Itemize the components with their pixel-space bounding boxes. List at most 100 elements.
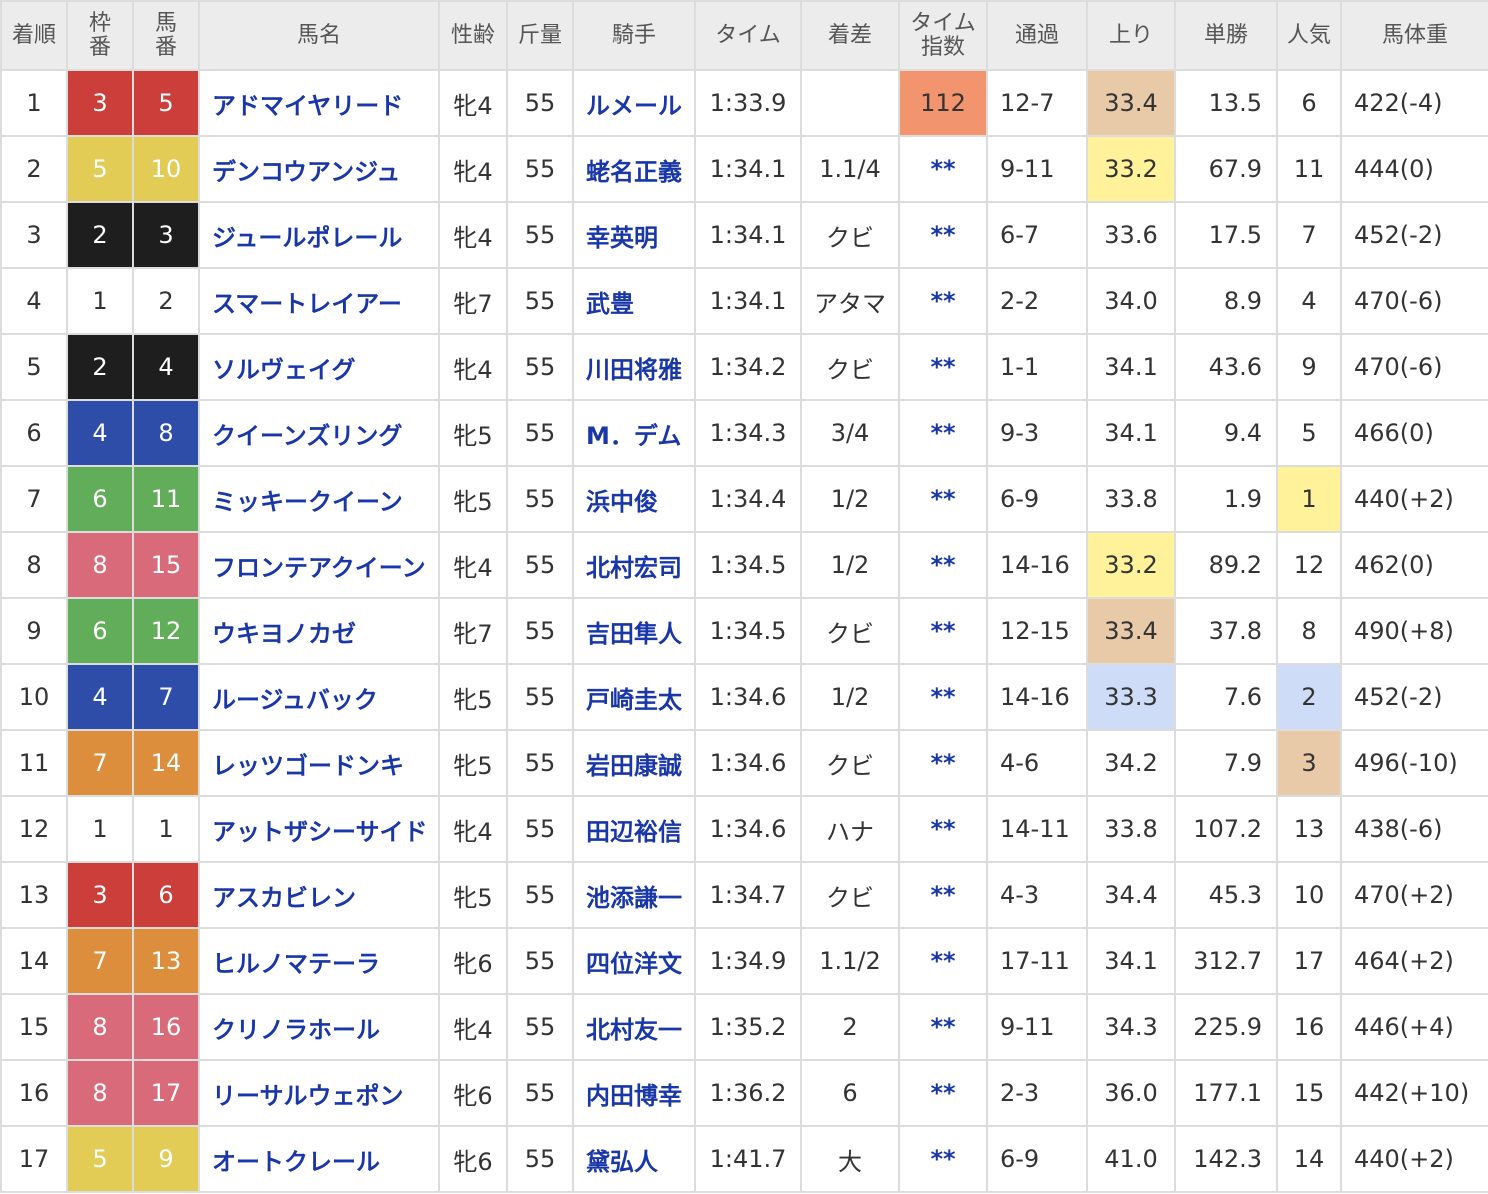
rank-cell: 16	[0, 1059, 68, 1127]
jockey-name-link[interactable]: 北村友一	[572, 993, 696, 1061]
jockey-name-link[interactable]: 川田将雅	[572, 333, 696, 401]
horse-name-text[interactable]: リーサルウェポン	[212, 1082, 404, 1110]
margin-cell: クビ	[800, 729, 900, 797]
horse-name-link[interactable]: ソルヴェイグ	[198, 333, 440, 401]
jockey-name-text[interactable]: 幸英明	[586, 224, 658, 252]
horse-name-link[interactable]: ジュールポレール	[198, 201, 440, 269]
jockey-name-text[interactable]: 吉田隼人	[586, 620, 682, 648]
jockey-name-text[interactable]: 田辺裕信	[586, 818, 682, 846]
horse-name-link[interactable]: レッツゴードンキ	[198, 729, 440, 797]
time-index-cell: **	[898, 531, 988, 599]
jockey-name-link[interactable]: 幸英明	[572, 201, 696, 269]
jockey-name-link[interactable]: 蛯名正義	[572, 135, 696, 203]
horse-name-link[interactable]: アドマイヤリード	[198, 69, 440, 137]
table-row: 5 2 4 ソルヴェイグ 牝4 55 川田将雅 1:34.2 クビ ** 1-1 34.1 43.6 9 4…	[0, 333, 1488, 401]
horse-name-link[interactable]: ルージュバック	[198, 663, 440, 731]
margin-cell: 大	[800, 1125, 900, 1193]
jockey-name-link[interactable]: ルメール	[572, 69, 696, 137]
horse-name-link[interactable]: アットザシーサイド	[198, 795, 440, 863]
jockey-name-text[interactable]: 浜中俊	[586, 488, 658, 516]
col-header-margin: 着差	[800, 0, 900, 71]
body-weight-cell: 446(+4)	[1340, 993, 1488, 1061]
jockey-name-text[interactable]: 武豊	[586, 290, 634, 318]
time-index-cell: **	[898, 663, 988, 731]
horse-name-text[interactable]: ルージュバック	[212, 686, 378, 714]
horse-name-link[interactable]: ヒルノマテーラ	[198, 927, 440, 995]
horse-name-link[interactable]: ウキヨノカゼ	[198, 597, 440, 665]
horse-name-text[interactable]: クイーンズリング	[212, 422, 402, 450]
horse-name-link[interactable]: フロンテアクイーン	[198, 531, 440, 599]
rank-cell: 9	[0, 597, 68, 665]
jockey-name-link[interactable]: 四位洋文	[572, 927, 696, 995]
jockey-name-text[interactable]: 北村宏司	[586, 554, 682, 582]
jockey-name-link[interactable]: 黛弘人	[572, 1125, 696, 1193]
horse-name-text[interactable]: レッツゴードンキ	[212, 752, 404, 780]
jockey-name-text[interactable]: 北村友一	[586, 1016, 682, 1044]
weight-cell: 55	[506, 201, 574, 269]
passing-cell: 12-7	[986, 69, 1088, 137]
win-odds-cell: 17.5	[1174, 201, 1278, 269]
jockey-name-link[interactable]: 武豊	[572, 267, 696, 335]
time-index-cell: **	[898, 795, 988, 863]
results-body: 1 3 5 アドマイヤリード 牝4 55 ルメール 1:33.9 112 12-7 33.4 13.5…	[0, 69, 1488, 1193]
last-3f-cell: 34.1	[1086, 333, 1176, 401]
horse-name-text[interactable]: ウキヨノカゼ	[212, 620, 356, 648]
jockey-name-link[interactable]: M．デム	[572, 399, 696, 467]
horse-name-text[interactable]: フロンテアクイーン	[212, 554, 426, 582]
horse-number-cell: 4	[132, 333, 200, 401]
horse-name-text[interactable]: デンコウアンジュ	[212, 158, 400, 186]
rank-cell: 4	[0, 267, 68, 335]
jockey-name-text[interactable]: 川田将雅	[586, 356, 682, 384]
jockey-name-link[interactable]: 浜中俊	[572, 465, 696, 533]
margin-cell	[800, 69, 900, 137]
horse-name-link[interactable]: リーサルウェポン	[198, 1059, 440, 1127]
horse-name-link[interactable]: デンコウアンジュ	[198, 135, 440, 203]
horse-name-text[interactable]: ソルヴェイグ	[212, 356, 356, 384]
sex-age-cell: 牝4	[438, 531, 508, 599]
time-index-cell: **	[898, 135, 988, 203]
jockey-name-text[interactable]: ルメール	[586, 92, 682, 120]
horse-name-link[interactable]: クリノラホール	[198, 993, 440, 1061]
jockey-name-text[interactable]: 岩田康誠	[586, 752, 682, 780]
horse-name-text[interactable]: アドマイヤリード	[212, 92, 403, 120]
margin-cell: 2	[800, 993, 900, 1061]
jockey-name-link[interactable]: 田辺裕信	[572, 795, 696, 863]
horse-name-text[interactable]: スマートレイアー	[212, 290, 402, 318]
horse-name-link[interactable]: オートクレール	[198, 1125, 440, 1193]
horse-name-text[interactable]: ジュールポレール	[212, 224, 402, 252]
horse-name-link[interactable]: アスカビレン	[198, 861, 440, 929]
jockey-name-link[interactable]: 内田博幸	[572, 1059, 696, 1127]
frame-number-cell: 2	[66, 201, 134, 269]
win-odds-cell: 89.2	[1174, 531, 1278, 599]
jockey-name-text[interactable]: 蛯名正義	[586, 158, 682, 186]
jockey-name-link[interactable]: 北村宏司	[572, 531, 696, 599]
horse-name-link[interactable]: ミッキークイーン	[198, 465, 440, 533]
frame-number-cell: 8	[66, 1059, 134, 1127]
horse-name-text[interactable]: アスカビレン	[212, 884, 356, 912]
horse-name-link[interactable]: スマートレイアー	[198, 267, 440, 335]
jockey-name-text[interactable]: 黛弘人	[586, 1148, 658, 1176]
jockey-name-text[interactable]: 池添謙一	[586, 884, 682, 912]
jockey-name-link[interactable]: 吉田隼人	[572, 597, 696, 665]
jockey-name-link[interactable]: 戸崎圭太	[572, 663, 696, 731]
body-weight-cell: 444(0)	[1340, 135, 1488, 203]
horse-number-cell: 3	[132, 201, 200, 269]
jockey-name-text[interactable]: 戸崎圭太	[586, 686, 682, 714]
horse-name-text[interactable]: クリノラホール	[212, 1016, 380, 1044]
weight-cell: 55	[506, 399, 574, 467]
win-odds-cell: 7.9	[1174, 729, 1278, 797]
horse-name-link[interactable]: クイーンズリング	[198, 399, 440, 467]
jockey-name-text[interactable]: M．デム	[586, 422, 681, 450]
horse-name-text[interactable]: ヒルノマテーラ	[212, 950, 380, 978]
horse-name-text[interactable]: オートクレール	[212, 1148, 380, 1176]
horse-name-text[interactable]: ミッキークイーン	[212, 488, 403, 516]
jockey-name-text[interactable]: 内田博幸	[586, 1082, 682, 1110]
jockey-name-link[interactable]: 池添謙一	[572, 861, 696, 929]
last-3f-cell: 33.3	[1086, 663, 1176, 731]
popularity-cell: 10	[1276, 861, 1342, 929]
table-row: 6 4 8 クイーンズリング 牝5 55 M．デム 1:34.3 3/4 ** 9-3 34.1 9.4…	[0, 399, 1488, 467]
margin-cell: 1/2	[800, 663, 900, 731]
jockey-name-text[interactable]: 四位洋文	[586, 950, 682, 978]
horse-name-text[interactable]: アットザシーサイド	[212, 818, 428, 846]
jockey-name-link[interactable]: 岩田康誠	[572, 729, 696, 797]
